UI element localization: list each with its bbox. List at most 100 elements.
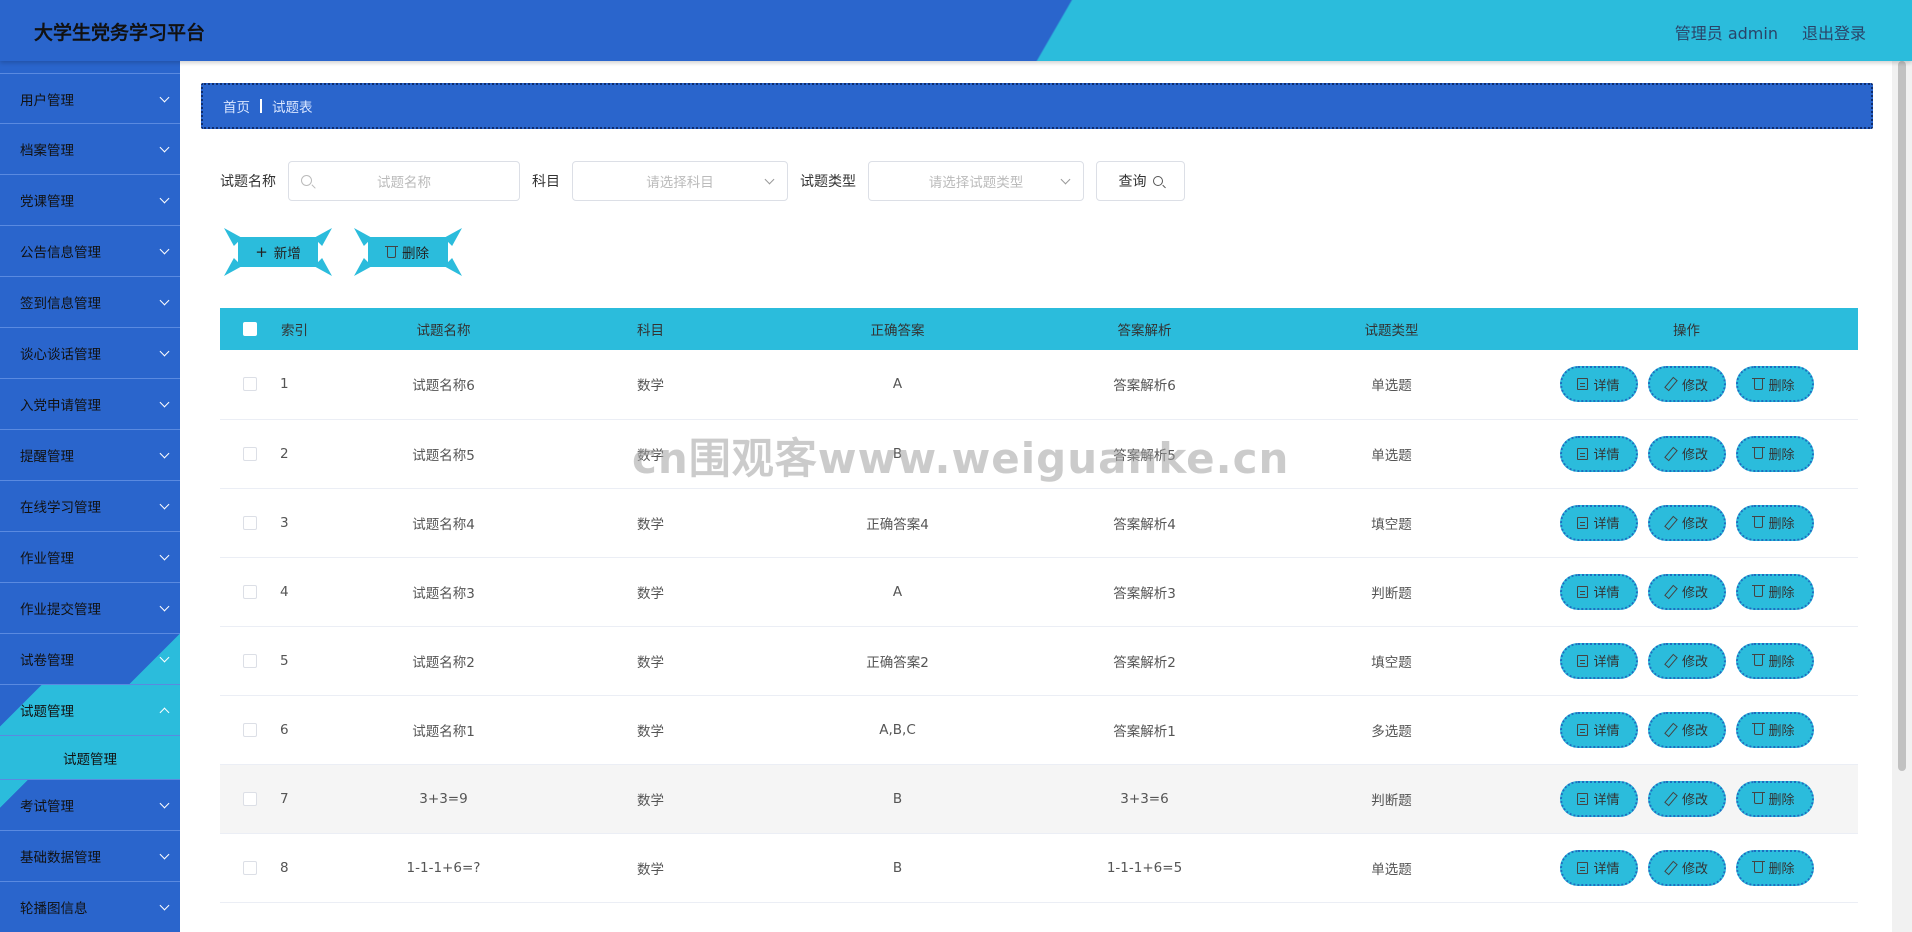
cell-analysis: 答案解析4 xyxy=(1113,516,1176,533)
cell-name: 试题名称3 xyxy=(412,585,475,602)
sidebar-item-exam[interactable]: 考试管理 xyxy=(0,780,180,831)
document-icon xyxy=(1577,447,1589,460)
sidebar-item-basic-data[interactable]: 基础数据管理 xyxy=(0,831,180,882)
detail-button[interactable]: 详情 xyxy=(1559,435,1638,472)
submenu-item-question-manage[interactable]: 试题管理 xyxy=(0,736,180,780)
delete-button[interactable]: 删除 xyxy=(1735,642,1814,679)
header-analysis: 答案解析 xyxy=(1117,323,1172,339)
sidebar-item-homework-submit[interactable]: 作业提交管理 xyxy=(0,583,180,634)
row-checkbox[interactable] xyxy=(243,653,257,668)
row-checkbox[interactable] xyxy=(243,722,257,737)
row-checkbox[interactable] xyxy=(243,515,257,530)
detail-label: 详情 xyxy=(1593,793,1620,808)
detail-button[interactable]: 详情 xyxy=(1559,504,1638,541)
detail-button[interactable]: 详情 xyxy=(1559,573,1638,610)
cell-name: 3+3=9 xyxy=(419,790,468,807)
type-select-placeholder: 请选择试题类型 xyxy=(928,175,1024,191)
sidebar-item-notice[interactable]: 公告信息管理 xyxy=(0,226,180,277)
cell-type: 单选题 xyxy=(1371,378,1412,395)
name-filter-label: 试题名称 xyxy=(220,174,276,190)
page-scrollbar[interactable] xyxy=(1892,61,1912,932)
cell-subject: 数学 xyxy=(637,654,664,671)
breadcrumb-home[interactable]: 首页 xyxy=(223,96,250,116)
add-button[interactable]: + 新增 xyxy=(220,226,336,278)
cell-name: 试题名称6 xyxy=(412,378,475,395)
detail-button[interactable]: 详情 xyxy=(1559,849,1638,886)
edit-button[interactable]: 修改 xyxy=(1647,366,1726,403)
cell-analysis: 答案解析6 xyxy=(1113,378,1176,395)
sidebar-item-archive[interactable]: 档案管理 xyxy=(0,124,180,175)
delete-label: 删除 xyxy=(1768,517,1795,532)
sidebar-item-checkin[interactable]: 签到信息管理 xyxy=(0,277,180,328)
sidebar-item-homework[interactable]: 作业管理 xyxy=(0,532,180,583)
chevron-down-icon xyxy=(159,346,170,357)
detail-button[interactable]: 详情 xyxy=(1559,711,1638,748)
sidebar-item-label: 谈心谈话管理 xyxy=(20,347,101,363)
edit-button[interactable]: 修改 xyxy=(1647,849,1726,886)
row-checkbox[interactable] xyxy=(243,584,257,599)
delete-button[interactable]: 删除 xyxy=(1735,711,1814,748)
batch-delete-button[interactable]: 删除 xyxy=(350,226,466,278)
select-all-checkbox[interactable] xyxy=(243,322,257,336)
detail-button[interactable]: 详情 xyxy=(1559,366,1638,403)
sidebar-item-online-study[interactable]: 在线学习管理 xyxy=(0,481,180,532)
cell-subject: 数学 xyxy=(637,516,664,533)
row-checkbox[interactable] xyxy=(243,791,257,806)
table-row: 5 试题名称2 数学 正确答案2 答案解析2 填空题 详情 修改 删除 xyxy=(220,626,1858,695)
detail-label: 详情 xyxy=(1593,655,1620,670)
sidebar-item-carousel[interactable]: 轮播图信息 xyxy=(0,882,180,932)
detail-button[interactable]: 详情 xyxy=(1559,780,1638,817)
batch-delete-label: 删除 xyxy=(402,246,429,262)
cell-type: 填空题 xyxy=(1371,654,1412,671)
cell-answer: B xyxy=(892,790,903,807)
edit-button[interactable]: 修改 xyxy=(1647,642,1726,679)
delete-button[interactable]: 删除 xyxy=(1735,504,1814,541)
sidebar-item-question[interactable]: 试题管理 xyxy=(0,685,180,736)
cell-answer: B xyxy=(892,859,903,876)
sidebar-item-paper[interactable]: 试卷管理 xyxy=(0,634,180,685)
action-buttons: + 新增 删除 xyxy=(220,226,466,278)
edit-button[interactable]: 修改 xyxy=(1647,435,1726,472)
name-search-input[interactable]: 试题名称 xyxy=(288,161,520,201)
document-icon xyxy=(1577,516,1589,529)
type-select[interactable]: 请选择试题类型 xyxy=(868,161,1084,201)
cell-index: 1 xyxy=(280,376,289,393)
header-index: 索引 xyxy=(281,323,308,339)
trash-icon xyxy=(1752,723,1766,735)
cell-type: 填空题 xyxy=(1371,516,1412,533)
delete-button[interactable]: 删除 xyxy=(1735,573,1814,610)
chevron-down-icon xyxy=(159,798,170,809)
cell-index: 7 xyxy=(280,790,289,807)
edit-button[interactable]: 修改 xyxy=(1647,780,1726,817)
sidebar-item-party-course[interactable]: 党课管理 xyxy=(0,175,180,226)
row-checkbox[interactable] xyxy=(243,446,257,461)
subject-select[interactable]: 请选择科目 xyxy=(572,161,788,201)
query-button[interactable]: 查询 xyxy=(1096,161,1185,201)
edit-icon xyxy=(1665,448,1677,460)
sidebar-item-application[interactable]: 入党申请管理 xyxy=(0,379,180,430)
trash-icon xyxy=(1752,447,1766,459)
delete-button[interactable]: 删除 xyxy=(1735,849,1814,886)
subject-filter-label: 科目 xyxy=(532,174,560,190)
sidebar-item-reminder[interactable]: 提醒管理 xyxy=(0,430,180,481)
cell-subject: 数学 xyxy=(637,447,664,464)
delete-button[interactable]: 删除 xyxy=(1735,366,1814,403)
scrollbar-thumb[interactable] xyxy=(1898,61,1906,771)
cell-name: 1-1-1+6=? xyxy=(406,859,481,876)
delete-button[interactable]: 删除 xyxy=(1735,435,1814,472)
edit-button[interactable]: 修改 xyxy=(1647,573,1726,610)
delete-button[interactable]: 删除 xyxy=(1735,780,1814,817)
detail-button[interactable]: 详情 xyxy=(1559,642,1638,679)
delete-label: 删除 xyxy=(1768,378,1795,394)
edit-button[interactable]: 修改 xyxy=(1647,504,1726,541)
row-checkbox[interactable] xyxy=(243,377,257,392)
sidebar-item-user[interactable]: 用户管理 xyxy=(0,73,180,124)
search-icon xyxy=(1152,176,1163,186)
main-content: 首页 试题表 试题名称 试题名称 科目 请选择科目 试题类型 请选择试题类型 查… xyxy=(180,61,1892,932)
header-operations: 操作 xyxy=(1673,323,1700,339)
row-checkbox[interactable] xyxy=(243,860,257,875)
chevron-down-icon xyxy=(159,397,170,408)
edit-button[interactable]: 修改 xyxy=(1647,711,1726,748)
sidebar-item-talk[interactable]: 谈心谈话管理 xyxy=(0,328,180,379)
logout-link[interactable]: 退出登录 xyxy=(1802,20,1866,44)
